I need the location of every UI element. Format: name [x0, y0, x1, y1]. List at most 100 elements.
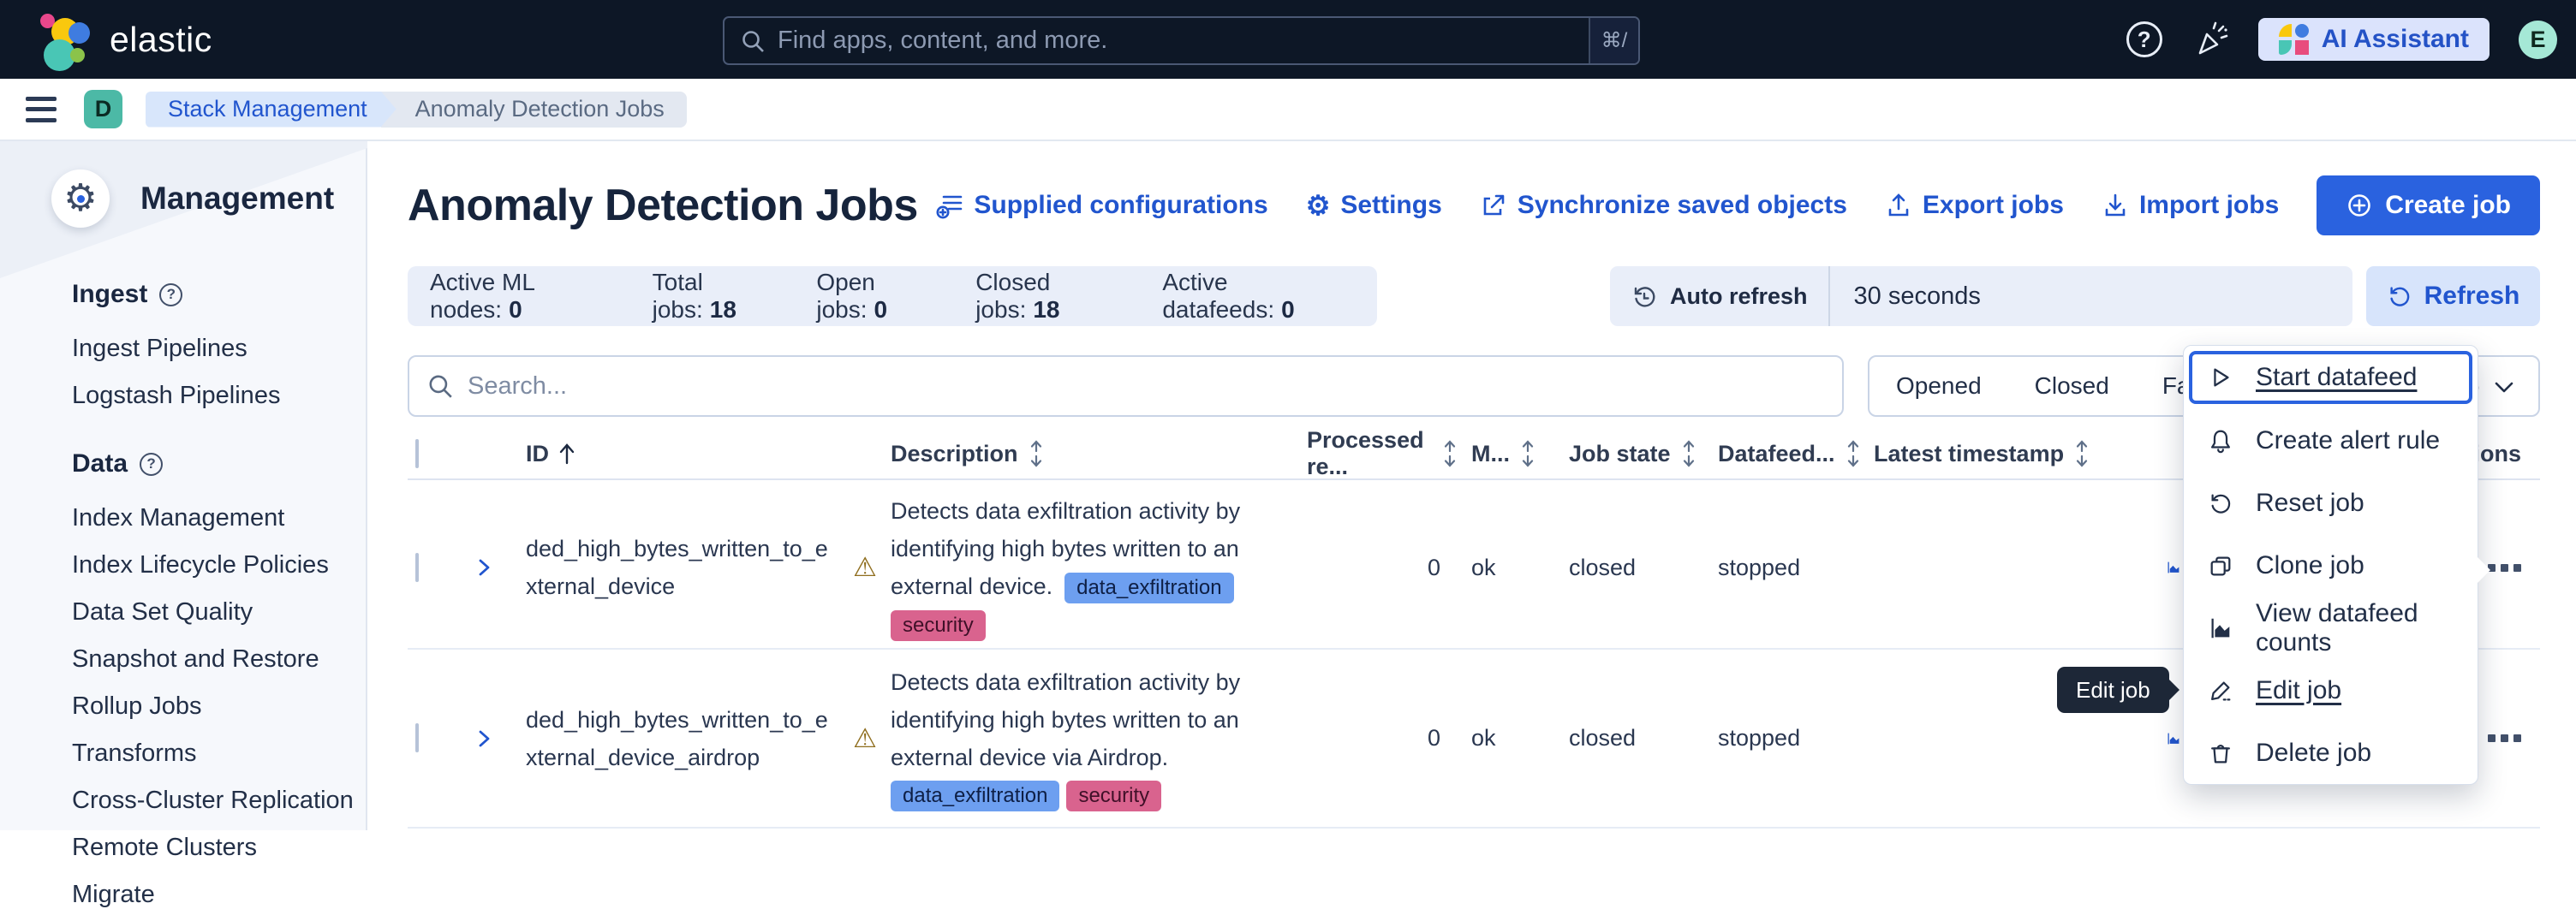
job-search-box[interactable] [408, 355, 1844, 417]
chevron-down-icon[interactable] [2492, 377, 2516, 398]
view-results-chart-icon[interactable] [2167, 555, 2180, 580]
auto-refresh-toggle[interactable]: Auto refresh [1610, 266, 1830, 326]
sidebar-item-snapshot-and-restore[interactable]: Snapshot and Restore [72, 645, 355, 674]
management-sidebar: ⚙ Management Ingest ? Ingest Pipelines L… [0, 141, 367, 830]
group-badge[interactable]: security [891, 610, 986, 641]
sidebar-section-data: Data ? [72, 449, 355, 478]
plus-circle-icon [2346, 192, 2373, 219]
elastic-logo[interactable]: elastic [19, 5, 212, 74]
sidebar-item-ingest-pipelines[interactable]: Ingest Pipelines [72, 335, 355, 363]
news-megaphone-icon[interactable] [2191, 21, 2229, 58]
warning-icon[interactable]: ⚠ [839, 552, 891, 583]
filter-opened-button[interactable]: Opened [1869, 372, 2008, 400]
refresh-button[interactable]: Refresh [2366, 266, 2540, 326]
gear-icon: ⚙ [1306, 192, 1331, 219]
space-badge[interactable]: D [84, 90, 122, 128]
sidebar-section-ingest: Ingest ? [72, 280, 355, 309]
stat-total-jobs: Total jobs:18 [653, 269, 786, 324]
row-checkbox[interactable] [415, 723, 419, 752]
search-icon [740, 28, 766, 54]
menu-item-delete-job[interactable]: Delete job [2184, 722, 2478, 784]
stat-closed-jobs: Closed jobs:18 [975, 269, 1131, 324]
group-badge[interactable]: data_exfiltration [891, 781, 1059, 811]
column-header-description[interactable]: Description [891, 440, 1307, 467]
job-actions-context-menu: Start datafeed Create alert rule Reset j… [2183, 345, 2478, 785]
edit-job-tooltip: Edit job [2057, 667, 2169, 713]
tooltip-arrow [2169, 680, 2179, 700]
menu-item-edit-job[interactable]: Edit job [2184, 659, 2478, 722]
group-badge[interactable]: security [1066, 781, 1161, 811]
filter-closed-button[interactable]: Closed [2008, 372, 2136, 400]
create-job-button[interactable]: Create job [2317, 175, 2540, 235]
column-header-job-state[interactable]: Job state [1541, 440, 1704, 467]
sidebar-item-remote-clusters[interactable]: Remote Clusters [72, 834, 355, 862]
column-header-processed-records[interactable]: Processed re... [1307, 427, 1459, 480]
group-badge[interactable]: data_exfiltration [1064, 573, 1233, 603]
menu-item-reset-job[interactable]: Reset job [2184, 472, 2478, 534]
select-all-checkbox[interactable] [415, 439, 419, 468]
row-actions-button[interactable] [2488, 734, 2521, 742]
menu-item-start-datafeed[interactable]: Start datafeed [2189, 351, 2472, 404]
settings-link[interactable]: ⚙ Settings [1306, 191, 1442, 220]
datafeed-state: stopped [1704, 725, 1863, 752]
row-actions-button[interactable] [2488, 564, 2521, 572]
column-header-latest-timestamp[interactable]: Latest timestamp [1863, 440, 2143, 467]
refresh-interval-select[interactable]: 30 seconds [1830, 282, 2352, 311]
sort-ascending-icon [558, 441, 576, 466]
help-icon[interactable]: ? [2126, 21, 2162, 57]
global-search[interactable]: ⌘/ [723, 16, 1640, 65]
column-header-memory[interactable]: M... [1459, 440, 1541, 467]
row-expander-chevron-icon[interactable] [476, 725, 505, 752]
top-navigation-bar: elastic ⌘/ ? AI Assistant E [0, 0, 2576, 79]
ai-assistant-button[interactable]: AI Assistant [2258, 18, 2490, 61]
menu-hamburger-icon[interactable] [26, 97, 57, 122]
job-state: closed [1541, 725, 1704, 752]
breadcrumb-stack-management[interactable]: Stack Management [146, 92, 397, 128]
brand-wordmark: elastic [110, 20, 212, 60]
processed-records: 0 [1307, 725, 1459, 752]
sidebar-item-transforms[interactable]: Transforms [72, 740, 355, 768]
synchronize-saved-objects-link[interactable]: Synchronize saved objects [1480, 191, 1847, 220]
job-search-input[interactable] [468, 372, 1842, 401]
export-jobs-link[interactable]: Export jobs [1885, 191, 2064, 220]
sortable-icon [1440, 440, 1459, 467]
view-results-chart-icon[interactable] [2167, 726, 2180, 752]
ingest-help-icon[interactable]: ? [159, 283, 182, 306]
row-expander-chevron-icon[interactable] [476, 554, 505, 581]
memory-status: ok [1459, 555, 1541, 581]
warning-icon[interactable]: ⚠ [839, 723, 891, 754]
job-id: ded_high_bytes_written_to_external_devic… [505, 701, 839, 776]
bell-icon [2206, 428, 2235, 454]
symlink-icon [1480, 192, 1507, 219]
sidebar-item-rollup-jobs[interactable]: Rollup Jobs [72, 692, 355, 721]
stat-active-ml-nodes: Active ML nodes:0 [430, 269, 622, 324]
import-jobs-link[interactable]: Import jobs [2102, 191, 2279, 220]
sidebar-item-index-lifecycle-policies[interactable]: Index Lifecycle Policies [72, 551, 355, 579]
copy-icon [2206, 553, 2235, 579]
sidebar-item-data-set-quality[interactable]: Data Set Quality [72, 598, 355, 627]
supplied-configurations-link[interactable]: Supplied configurations [936, 191, 1267, 220]
list-add-icon [936, 192, 963, 219]
data-help-icon[interactable]: ? [140, 453, 163, 476]
reset-refresh-icon [2206, 490, 2235, 516]
column-header-datafeed-state[interactable]: Datafeed... [1704, 440, 1863, 467]
user-avatar[interactable]: E [2519, 21, 2557, 59]
menu-item-clone-job[interactable]: Clone job [2184, 534, 2478, 597]
global-search-input[interactable] [778, 18, 1589, 63]
breadcrumb-current-page: Anomaly Detection Jobs [381, 92, 687, 128]
menu-item-create-alert-rule[interactable]: Create alert rule [2184, 409, 2478, 472]
job-id: ded_high_bytes_written_to_external_devic… [505, 530, 839, 605]
sortable-icon [1844, 440, 1863, 467]
sortable-icon [1518, 440, 1537, 467]
import-icon [2102, 192, 2129, 219]
sidebar-item-migrate[interactable]: Migrate [72, 881, 355, 909]
row-checkbox[interactable] [415, 553, 419, 582]
memory-status: ok [1459, 725, 1541, 752]
sidebar-item-logstash-pipelines[interactable]: Logstash Pipelines [72, 382, 355, 410]
pencil-icon [2206, 678, 2235, 704]
sidebar-item-index-management[interactable]: Index Management [72, 504, 355, 532]
column-header-id[interactable]: ID [505, 441, 839, 467]
job-stats-bar: Active ML nodes:0 Total jobs:18 Open job… [408, 266, 1377, 326]
sidebar-item-cross-cluster-replication[interactable]: Cross-Cluster Replication [72, 787, 355, 815]
menu-item-view-datafeed-counts[interactable]: View datafeed counts [2184, 597, 2478, 659]
